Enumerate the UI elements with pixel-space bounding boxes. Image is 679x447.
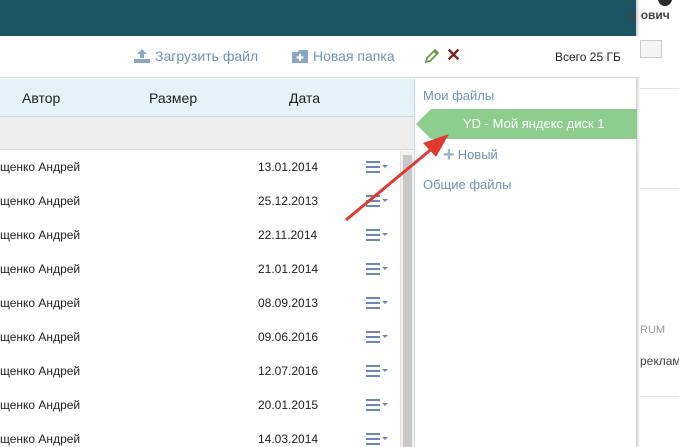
row-author: щенко Андрей — [0, 160, 81, 174]
shared-files-link[interactable]: Общие файлы — [423, 177, 511, 192]
table-row[interactable]: щенко Андрей 14.03.2014 — [0, 423, 400, 447]
row-menu-icon[interactable] — [366, 296, 388, 310]
new-folder-label: Новая папка — [313, 48, 395, 64]
row-menu-icon[interactable] — [366, 160, 388, 174]
row-author: щенко Андрей — [0, 262, 81, 276]
column-author[interactable]: Автор — [22, 90, 60, 106]
table-row[interactable]: щенко Андрей 22.11.2014 — [0, 219, 400, 253]
file-toolbar: Загрузить файл Новая папка ✕ Всего 25 ГБ — [0, 36, 640, 110]
table-row[interactable]: щенко Андрей 25.12.2013 — [0, 185, 400, 219]
row-menu-icon[interactable] — [366, 398, 388, 412]
row-menu-icon[interactable] — [366, 262, 388, 276]
table-row[interactable]: щенко Андрей 21.01.2014 — [0, 253, 400, 287]
my-files-link[interactable]: Мои файлы — [423, 88, 494, 103]
add-new-storage-button[interactable]: + Новый — [443, 143, 498, 166]
new-storage-label: Новый — [457, 147, 498, 162]
pencil-icon[interactable] — [424, 48, 440, 64]
row-menu-icon[interactable] — [366, 330, 388, 344]
storage-panel: Мои файлы YD - Мой яндекс диск 1 + Новый… — [414, 79, 637, 447]
background-page — [640, 0, 679, 447]
row-menu-icon[interactable] — [366, 364, 388, 378]
active-disk-item[interactable]: YD - Мой яндекс диск 1 — [416, 109, 637, 139]
scrollbar-thumb[interactable] — [403, 155, 412, 447]
storage-total: Всего 25 ГБ — [555, 50, 621, 64]
row-date: 25.12.2013 — [258, 194, 319, 208]
row-menu-icon[interactable] — [366, 228, 388, 242]
table-row[interactable]: щенко Андрей 13.01.2014 — [0, 151, 400, 185]
row-menu-icon[interactable] — [366, 194, 388, 208]
row-date: 09.06.2016 — [258, 330, 319, 344]
table-row[interactable]: щенко Андрей 20.01.2015 — [0, 389, 400, 423]
background-user-name: ирович — [626, 8, 670, 22]
top-header-bar — [0, 0, 640, 36]
background-ad-text: реклама — [640, 354, 679, 368]
column-size[interactable]: Размер — [149, 90, 197, 106]
table-scrollbar[interactable] — [400, 151, 414, 447]
row-date: 13.01.2014 — [258, 160, 319, 174]
upload-icon — [134, 49, 150, 63]
table-row[interactable]: щенко Андрей 08.09.2013 — [0, 287, 400, 321]
row-date: 20.01.2015 — [258, 398, 319, 412]
row-author: щенко Андрей — [0, 228, 81, 242]
row-date: 22.11.2014 — [258, 228, 318, 242]
row-date: 14.03.2014 — [258, 432, 319, 446]
background-rum-text: RUM — [640, 324, 666, 336]
plus-icon: + — [443, 143, 455, 166]
background-toolbar-icon — [640, 40, 662, 58]
close-icon[interactable]: ✕ — [446, 46, 461, 64]
row-author: щенко Андрей — [0, 330, 81, 344]
row-menu-icon[interactable] — [366, 432, 388, 446]
table-row[interactable]: щенко Андрей 12.07.2016 — [0, 355, 400, 389]
row-author: щенко Андрей — [0, 432, 81, 446]
row-date: 12.07.2016 — [258, 364, 319, 378]
table-row[interactable]: щенко Андрей 09.06.2016 — [0, 321, 400, 355]
new-folder-button[interactable]: Новая папка — [292, 48, 395, 64]
background-divider — [640, 396, 679, 397]
row-author: щенко Андрей — [0, 398, 81, 412]
upload-file-button[interactable]: Загрузить файл — [134, 48, 258, 64]
background-divider — [640, 188, 679, 189]
row-author: щенко Андрей — [0, 194, 81, 208]
row-author: щенко Андрей — [0, 296, 81, 310]
row-author: щенко Андрей — [0, 364, 81, 378]
table-group-row — [0, 117, 414, 150]
table-header: Автор Размер Дата — [0, 79, 414, 117]
row-date: 21.01.2014 — [258, 262, 319, 276]
upload-file-label: Загрузить файл — [155, 48, 259, 64]
folder-plus-icon — [292, 49, 308, 63]
row-date: 08.09.2013 — [258, 296, 319, 310]
column-date[interactable]: Дата — [289, 90, 320, 106]
background-divider — [640, 88, 679, 89]
